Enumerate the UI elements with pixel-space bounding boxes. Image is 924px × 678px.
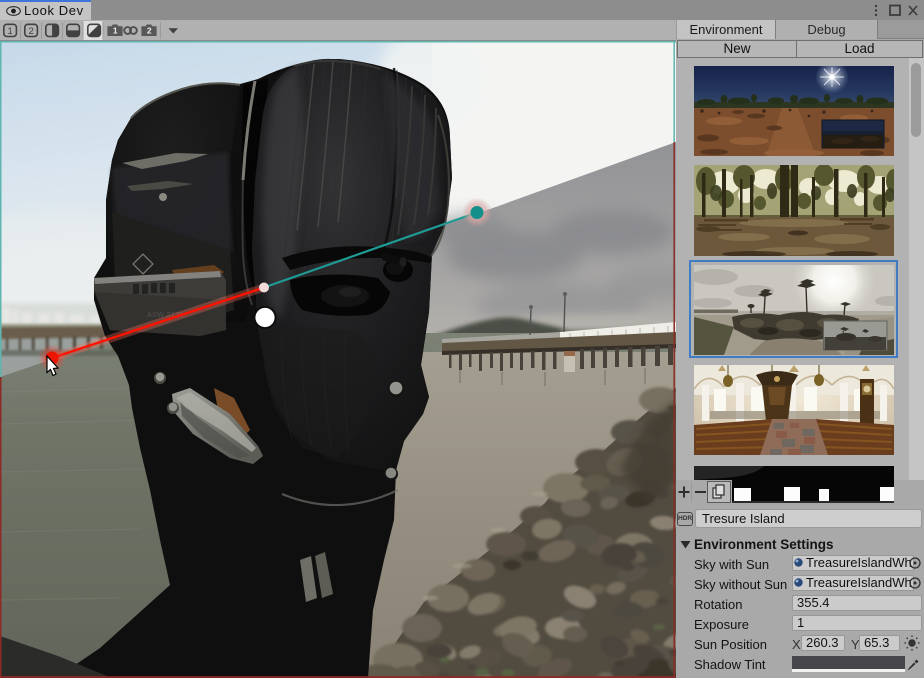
svg-text:1: 1 (7, 26, 12, 37)
svg-text:2: 2 (28, 26, 33, 37)
svg-text:1: 1 (113, 26, 118, 36)
svg-text:2: 2 (147, 26, 152, 36)
